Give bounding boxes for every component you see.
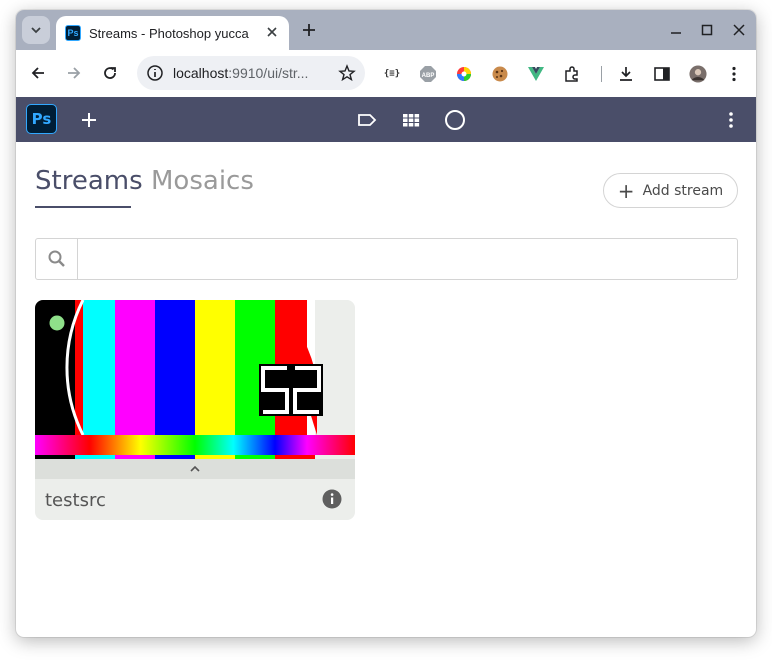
stream-status-dot	[49, 315, 65, 331]
chevron-up-icon	[190, 465, 200, 472]
tab-strip: Ps Streams - Photoshop yucca	[16, 10, 756, 50]
url-text: localhost:9910/ui/str...	[173, 65, 308, 81]
maximize-icon[interactable]	[700, 23, 714, 37]
close-icon[interactable]	[265, 25, 279, 39]
site-info-icon[interactable]	[146, 64, 164, 82]
app-logo[interactable]: Ps	[26, 104, 57, 134]
new-tab-icon[interactable]	[300, 21, 318, 39]
app-menu-icon[interactable]	[720, 109, 742, 131]
add-icon[interactable]	[78, 109, 100, 131]
browser-toolbar: localhost:9910/ui/str... {≡} ABP	[16, 50, 756, 97]
forward-icon[interactable]	[65, 64, 83, 82]
toolbar-divider	[592, 65, 610, 83]
download-icon[interactable]	[617, 65, 635, 83]
address-bar[interactable]: localhost:9910/ui/str...	[137, 56, 365, 90]
circle-icon[interactable]	[444, 109, 466, 131]
add-stream-button[interactable]: + Add stream	[603, 173, 738, 208]
grid-view-icon[interactable]	[400, 109, 422, 131]
tab-mosaics[interactable]: Mosaics	[151, 166, 254, 196]
stream-name: testsrc	[45, 490, 106, 511]
plus-icon: +	[617, 178, 635, 203]
url-host: localhost	[173, 65, 229, 81]
info-icon[interactable]	[322, 489, 342, 509]
tab-streams[interactable]: Streams	[35, 166, 143, 196]
tab-search-button[interactable]	[22, 16, 50, 44]
cookie-icon[interactable]	[491, 65, 509, 83]
stream-thumbnail[interactable]	[35, 300, 355, 460]
label-tag-icon[interactable]	[356, 109, 378, 131]
back-icon[interactable]	[29, 64, 47, 82]
card-expand-toggle[interactable]	[35, 459, 355, 479]
bookmark-star-icon[interactable]	[338, 64, 356, 82]
search-icon	[36, 239, 78, 279]
reload-icon[interactable]	[101, 64, 119, 82]
side-panel-icon[interactable]	[653, 65, 671, 83]
add-stream-label: Add stream	[642, 182, 724, 199]
stream-card[interactable]: testsrc	[35, 300, 355, 520]
vue-devtools-icon[interactable]	[527, 65, 545, 83]
browser-menu-icon[interactable]	[725, 65, 743, 83]
extensions-puzzle-icon[interactable]	[563, 65, 581, 83]
json-viewer-icon[interactable]: {≡}	[383, 65, 401, 83]
search-field	[35, 238, 738, 280]
profile-avatar[interactable]	[689, 65, 707, 83]
active-tab-underline	[35, 206, 131, 208]
search-input[interactable]	[79, 239, 737, 279]
minimize-icon[interactable]	[669, 23, 683, 37]
tab-favicon: Ps	[65, 25, 81, 41]
window-close-icon[interactable]	[732, 23, 746, 37]
tab-title: Streams - Photoshop yucca	[89, 25, 249, 41]
url-path: :9910/ui/str...	[228, 65, 309, 81]
chevron-down-icon	[31, 27, 41, 34]
svg-text:ABP: ABP	[422, 73, 435, 79]
browser-tab[interactable]: Ps Streams - Photoshop yucca	[56, 16, 289, 50]
color-picker-icon[interactable]	[455, 65, 473, 83]
app-header: Ps	[16, 97, 756, 142]
adblock-icon[interactable]: ABP	[419, 65, 437, 83]
